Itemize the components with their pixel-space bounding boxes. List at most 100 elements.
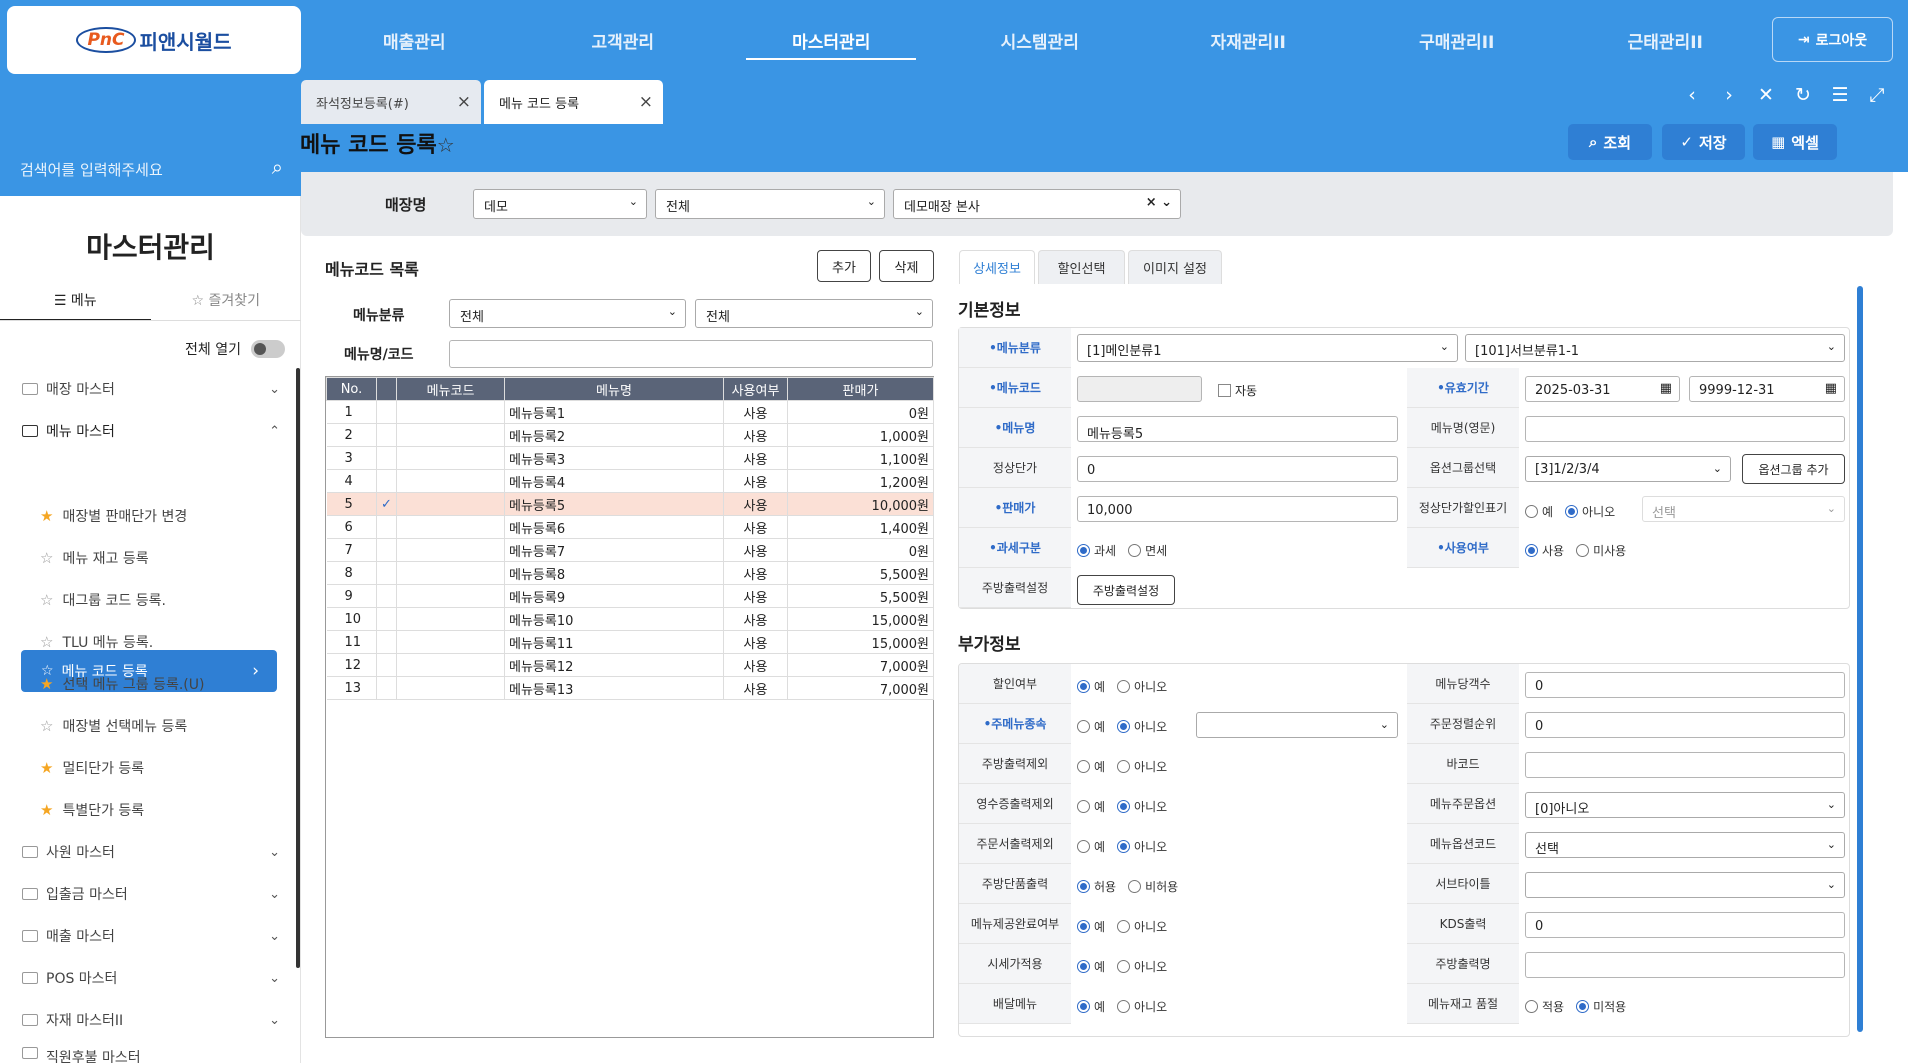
discount-display-radio[interactable]: 예 아니오	[1525, 503, 1627, 520]
extra-radio-group[interactable]: 허용 비허용	[1077, 878, 1190, 895]
calendar-icon[interactable]: ▦	[1825, 381, 1837, 396]
use-radio[interactable]: 사용 미사용	[1525, 542, 1638, 559]
radio-use[interactable]: 사용	[1525, 542, 1564, 559]
nav-system[interactable]: 시스템관리	[936, 22, 1145, 58]
sidebar-tab-favorites[interactable]: ☆ 즐겨찾기	[151, 286, 302, 321]
radio-no[interactable]: 아니오	[1565, 503, 1615, 520]
sidebar-group-staff-credit[interactable]: 직원후불 마스터	[22, 1047, 282, 1063]
radio-option[interactable]: 예	[1077, 758, 1105, 775]
sidebar-search[interactable]: 검색어를 입력해주세요 ⌕	[0, 140, 301, 196]
radio-option[interactable]: 아니오	[1117, 998, 1167, 1015]
radio-option[interactable]: 예	[1077, 718, 1105, 735]
extra-input[interactable]	[1525, 952, 1845, 978]
period-to-input[interactable]: 9999-12-31 ▦	[1689, 376, 1845, 402]
toggle-switch[interactable]	[250, 340, 285, 358]
cell-check[interactable]	[376, 423, 397, 447]
delete-button[interactable]: 삭제	[879, 250, 934, 282]
auto-checkbox[interactable]: 자동	[1218, 382, 1257, 399]
option-group-select[interactable]: [3]1/2/3/4 ⌄	[1525, 456, 1731, 482]
sidebar-sub-item[interactable]: ★ 선택 메뉴 그룹 등록.(U)	[40, 669, 204, 699]
stock-soldout-radio[interactable]: 적용 미적용	[1525, 998, 1638, 1015]
cell-check[interactable]	[376, 515, 397, 539]
category-main-select[interactable]: [1]메인분류1 ⌄	[1077, 334, 1458, 362]
radio-option[interactable]: 아니오	[1117, 718, 1167, 735]
radio-notapply[interactable]: 미적용	[1576, 998, 1626, 1015]
cell-check[interactable]	[376, 607, 397, 631]
store-select-2[interactable]: 전체 ⌄	[655, 189, 885, 219]
table-row[interactable]: 8 메뉴등록8 사용 5,500원	[326, 561, 934, 585]
table-row[interactable]: 7 메뉴등록7 사용 0원	[326, 538, 934, 562]
radio-option[interactable]: 예	[1077, 798, 1105, 815]
period-from-input[interactable]: 2025-03-31 ▦	[1525, 376, 1680, 402]
radio-unuse[interactable]: 미사용	[1576, 542, 1626, 559]
radio-option[interactable]: 예	[1077, 918, 1105, 935]
sidebar-sub-item[interactable]: ★ 멀티단가 등록	[40, 753, 144, 783]
favorite-star-icon[interactable]: ☆	[437, 133, 455, 157]
checkbox-icon[interactable]	[1218, 384, 1231, 397]
radio-apply[interactable]: 적용	[1525, 998, 1564, 1015]
open-all-toggle[interactable]: 전체 열기	[185, 339, 285, 359]
logout-button[interactable]: ⇥ 로그아웃	[1772, 17, 1893, 62]
option-group-add-button[interactable]: 옵션그룹 추가	[1742, 454, 1845, 484]
cell-check[interactable]	[376, 676, 397, 700]
radio-option[interactable]: 아니오	[1117, 678, 1167, 695]
tab-seat-info[interactable]: 좌석정보등록(#) ×	[301, 80, 481, 124]
sidebar-scrollbar[interactable]	[296, 368, 300, 968]
radio-option[interactable]: 예	[1077, 998, 1105, 1015]
radio-option[interactable]: 비허용	[1128, 878, 1178, 895]
brand-logo[interactable]: PnC 피앤시월드	[7, 6, 301, 74]
sale-price-input[interactable]: 10,000	[1077, 496, 1398, 522]
extra-radio-group[interactable]: 예 아니오	[1077, 958, 1179, 975]
cell-check[interactable]	[376, 630, 397, 654]
store-select-1[interactable]: 데모 ⌄	[473, 189, 647, 219]
sidebar-sub-item[interactable]: ★ 특별단가 등록	[40, 795, 144, 825]
radio-option[interactable]: 예	[1077, 838, 1105, 855]
store-select-3[interactable]: 데모매장 본사 × ⌄	[893, 189, 1181, 219]
search-icon[interactable]: ⌕	[272, 155, 283, 179]
discount-display-select[interactable]: 선택 ⌄	[1642, 496, 1845, 522]
sidebar-sub-item[interactable]: ☆ 메뉴 재고 등록	[40, 543, 149, 573]
sidebar-search-input[interactable]: 검색어를 입력해주세요	[20, 161, 163, 179]
main-menu-select[interactable]: ⌄	[1196, 712, 1398, 738]
radio-option[interactable]: 아니오	[1117, 958, 1167, 975]
sidebar-group-sales[interactable]: 매출 마스터 ⌄	[22, 921, 282, 951]
col-name[interactable]: 메뉴명	[504, 377, 724, 401]
cell-check[interactable]	[376, 538, 397, 562]
col-code[interactable]: 메뉴코드	[396, 377, 505, 401]
menu-name-input[interactable]: 메뉴등록5	[1077, 416, 1398, 442]
cell-check[interactable]	[376, 653, 397, 677]
radio-taxable[interactable]: 과세	[1077, 542, 1116, 559]
refresh-icon[interactable]: ↻	[1791, 84, 1815, 106]
table-row[interactable]: 12 메뉴등록12 사용 7,000원	[326, 653, 934, 677]
search-button[interactable]: ⌕ 조회	[1568, 124, 1652, 160]
kitchen-setting-button[interactable]: 주방출력설정	[1077, 575, 1175, 605]
sidebar-group-store[interactable]: 매장 마스터 ⌄	[22, 374, 282, 404]
sidebar-group-cash[interactable]: 입출금 마스터 ⌄	[22, 879, 282, 909]
nav-purchase[interactable]: 구매관리II	[1353, 22, 1562, 58]
close-icon[interactable]: ×	[457, 92, 471, 112]
tab-menu-code[interactable]: 메뉴 코드 등록 ×	[484, 80, 663, 124]
extra-select[interactable]: ⌄	[1525, 872, 1845, 898]
extra-radio-group[interactable]: 예 아니오	[1077, 758, 1179, 775]
normal-price-input[interactable]: 0	[1077, 456, 1398, 482]
table-row[interactable]: 5 ✓ 메뉴등록5 사용 10,000원	[326, 492, 934, 516]
sidebar-tab-menu[interactable]: ☰ 메뉴	[0, 286, 151, 321]
sidebar-group-menu[interactable]: 메뉴 마스터 ⌃	[22, 416, 282, 446]
extra-radio-group[interactable]: 예 아니오	[1077, 718, 1179, 735]
table-row[interactable]: 6 메뉴등록6 사용 1,400원	[326, 515, 934, 539]
tab-image[interactable]: 이미지 설정	[1128, 250, 1222, 284]
radio-option[interactable]: 예	[1077, 958, 1105, 975]
cell-check[interactable]	[376, 446, 397, 470]
cell-check[interactable]	[376, 400, 397, 424]
radio-option[interactable]: 아니오	[1117, 758, 1167, 775]
tab-detail[interactable]: 상세정보	[959, 250, 1035, 284]
extra-radio-group[interactable]: 예 아니오	[1077, 918, 1179, 935]
extra-input[interactable]: 0	[1525, 912, 1845, 938]
tab-discount[interactable]: 할인선택	[1038, 250, 1125, 284]
cell-check[interactable]: ✓	[376, 492, 397, 516]
radio-option[interactable]: 허용	[1077, 878, 1116, 895]
prev-icon[interactable]: ‹	[1680, 84, 1704, 106]
clear-chevron-icon[interactable]: × ⌄	[1146, 195, 1172, 210]
extra-input[interactable]	[1525, 752, 1845, 778]
radio-yes[interactable]: 예	[1525, 503, 1553, 520]
